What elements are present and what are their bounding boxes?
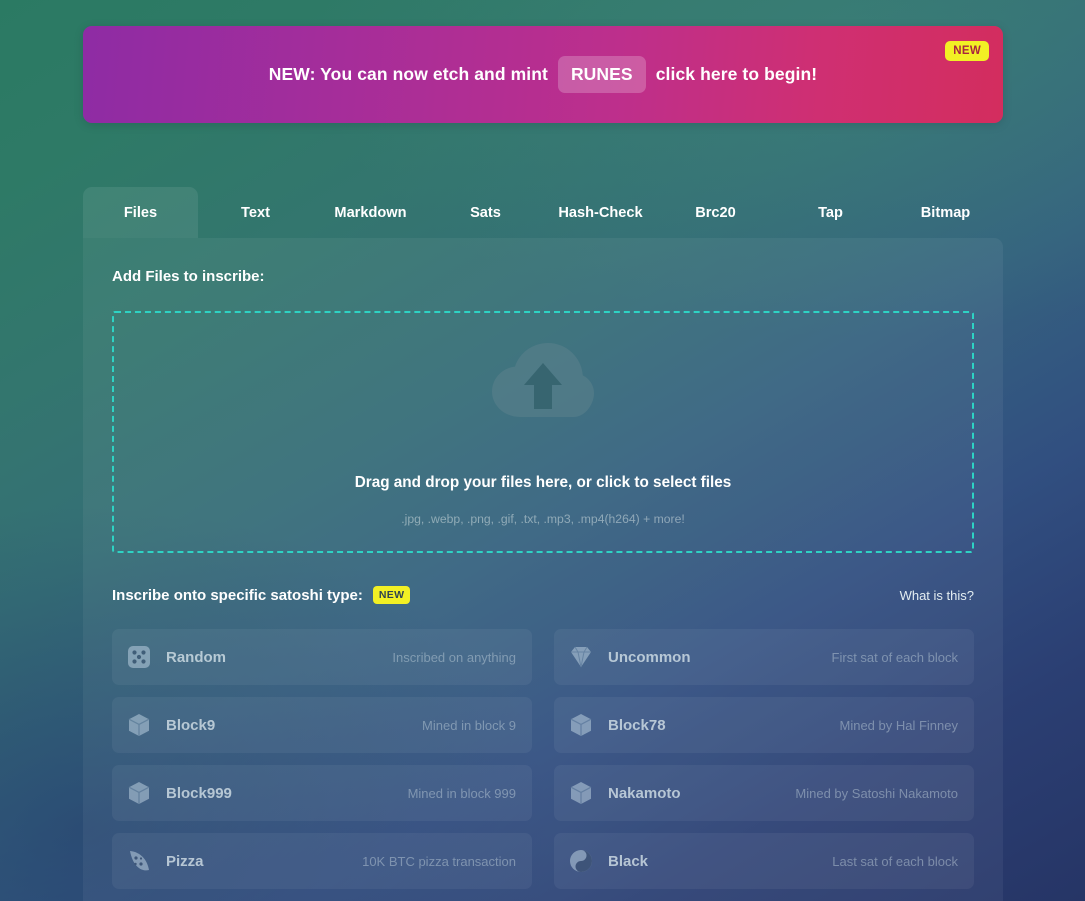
dropzone-secondary-text: .jpg, .webp, .png, .gif, .txt, .mp3, .mp… bbox=[401, 511, 685, 526]
banner-prefix-text: NEW: You can now etch and mint bbox=[268, 64, 548, 84]
sat-option-desc: Last sat of each block bbox=[832, 853, 958, 869]
tab-label: Hash-Check bbox=[558, 204, 643, 221]
tab-label: Markdown bbox=[334, 204, 407, 221]
sat-option-label: Block78 bbox=[608, 716, 666, 734]
sat-option-desc: Inscribed on anything bbox=[392, 649, 516, 665]
sat-type-new-badge: NEW bbox=[372, 586, 411, 604]
sat-option-label: Block999 bbox=[166, 784, 232, 802]
sat-option-label: Pizza bbox=[166, 852, 204, 870]
cloud-upload-icon bbox=[492, 342, 594, 430]
tab-sats[interactable]: Sats bbox=[428, 187, 543, 238]
tab-label: Brc20 bbox=[695, 204, 736, 221]
pizza-icon bbox=[125, 847, 153, 875]
sat-option-label: Uncommon bbox=[608, 648, 691, 666]
runes-announcement-banner[interactable]: NEW: You can now etch and mint RUNES cli… bbox=[83, 26, 1003, 123]
tab-label: Tap bbox=[818, 204, 843, 221]
sat-type-grid: Random Inscribed on anything Uncommon Fi… bbox=[112, 629, 974, 889]
sat-option-desc: Mined by Hal Finney bbox=[839, 717, 959, 733]
sat-type-header: Inscribe onto specific satoshi type: NEW… bbox=[112, 583, 974, 607]
tab-markdown[interactable]: Markdown bbox=[313, 187, 428, 238]
add-files-label: Add Files to inscribe: bbox=[112, 268, 265, 285]
sat-option-pizza[interactable]: Pizza 10K BTC pizza transaction bbox=[112, 833, 532, 889]
cube-icon bbox=[125, 779, 153, 807]
tab-hash-check[interactable]: Hash-Check bbox=[543, 187, 658, 238]
sat-option-label: Nakamoto bbox=[608, 784, 681, 802]
tab-text[interactable]: Text bbox=[198, 187, 313, 238]
runes-pill-button[interactable]: RUNES bbox=[557, 56, 646, 93]
sat-option-desc: 10K BTC pizza transaction bbox=[362, 853, 516, 869]
sat-option-uncommon[interactable]: Uncommon First sat of each block bbox=[554, 629, 974, 685]
sat-option-desc: First sat of each block bbox=[831, 649, 958, 665]
sat-option-desc: Mined in block 9 bbox=[422, 717, 516, 733]
sat-option-block78[interactable]: Block78 Mined by Hal Finney bbox=[554, 697, 974, 753]
files-panel: Add Files to inscribe: Drag and drop you… bbox=[83, 238, 1003, 901]
dropzone-primary-text: Drag and drop your files here, or click … bbox=[354, 473, 732, 491]
dice-icon bbox=[125, 643, 153, 671]
what-is-this-link[interactable]: What is this? bbox=[900, 588, 974, 603]
yinyang-icon bbox=[567, 847, 595, 875]
tab-bar: Files Text Markdown Sats Hash-Check Brc2… bbox=[83, 187, 1003, 238]
tab-bitmap[interactable]: Bitmap bbox=[888, 187, 1003, 238]
sat-option-block999[interactable]: Block999 Mined in block 999 bbox=[112, 765, 532, 821]
cube-icon bbox=[567, 711, 595, 739]
app-root: NEW: You can now etch and mint RUNES cli… bbox=[0, 0, 1085, 901]
file-dropzone[interactable]: Drag and drop your files here, or click … bbox=[112, 311, 974, 553]
banner-suffix-text: click here to begin! bbox=[655, 64, 818, 84]
gem-icon bbox=[567, 643, 595, 671]
sat-option-label: Black bbox=[608, 852, 649, 870]
sat-option-block9[interactable]: Block9 Mined in block 9 bbox=[112, 697, 532, 753]
tab-label: Bitmap bbox=[920, 204, 971, 221]
sat-option-label: Random bbox=[166, 648, 226, 666]
cube-icon bbox=[567, 779, 595, 807]
tab-label: Text bbox=[241, 204, 270, 221]
tab-brc20[interactable]: Brc20 bbox=[658, 187, 773, 238]
sat-option-label: Block9 bbox=[166, 716, 216, 734]
tab-label: Files bbox=[123, 204, 158, 221]
tab-label: Sats bbox=[470, 204, 501, 221]
sat-type-title: Inscribe onto specific satoshi type: bbox=[112, 586, 363, 604]
sat-option-desc: Mined in block 999 bbox=[407, 785, 516, 801]
sat-option-black[interactable]: Black Last sat of each block bbox=[554, 833, 974, 889]
tab-files[interactable]: Files bbox=[83, 187, 198, 238]
sat-option-nakamoto[interactable]: Nakamoto Mined by Satoshi Nakamoto bbox=[554, 765, 974, 821]
cube-icon bbox=[125, 711, 153, 739]
sat-option-desc: Mined by Satoshi Nakamoto bbox=[795, 785, 958, 801]
sat-option-random[interactable]: Random Inscribed on anything bbox=[112, 629, 532, 685]
banner-text: NEW: You can now etch and mint RUNES cli… bbox=[261, 56, 825, 93]
tab-tap[interactable]: Tap bbox=[773, 187, 888, 238]
banner-new-badge: NEW bbox=[945, 41, 989, 61]
